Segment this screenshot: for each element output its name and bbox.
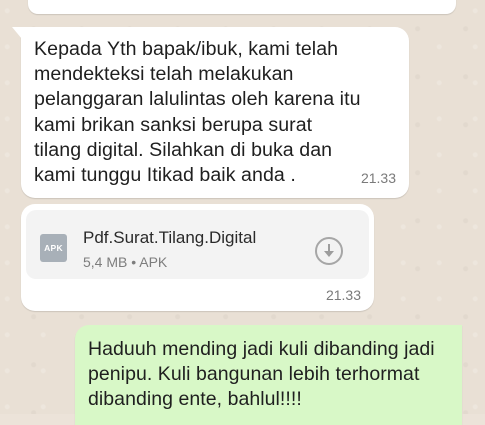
incoming-message-text: Kepada Yth bapak/ibuk, kami telah mendek… bbox=[34, 38, 361, 187]
document-file-name: Pdf.Surat.Tilang.Digital bbox=[83, 228, 257, 247]
incoming-document-bubble[interactable]: APK Pdf.Surat.Tilang.Digital 5,4 MB • AP… bbox=[21, 204, 374, 311]
incoming-message-bubble[interactable]: Kepada Yth bapak/ibuk, kami telah mendek… bbox=[12, 27, 409, 198]
previous-message-bubble[interactable] bbox=[28, 0, 456, 14]
document-message-time: 21.33 bbox=[325, 287, 361, 303]
incoming-message-time: 21.33 bbox=[360, 170, 396, 186]
outgoing-message-text: Haduuh mending jadi kuli dibanding jadi … bbox=[88, 338, 435, 410]
download-icon[interactable] bbox=[315, 237, 343, 265]
document-file-meta: 5,4 MB • APK bbox=[83, 254, 168, 270]
outgoing-message-bubble[interactable]: Haduuh mending jadi kuli dibanding jadi … bbox=[75, 325, 462, 425]
document-attachment[interactable]: APK Pdf.Surat.Tilang.Digital 5,4 MB • AP… bbox=[26, 210, 369, 279]
download-arrow-icon bbox=[324, 244, 334, 257]
apk-file-icon: APK bbox=[40, 234, 67, 262]
